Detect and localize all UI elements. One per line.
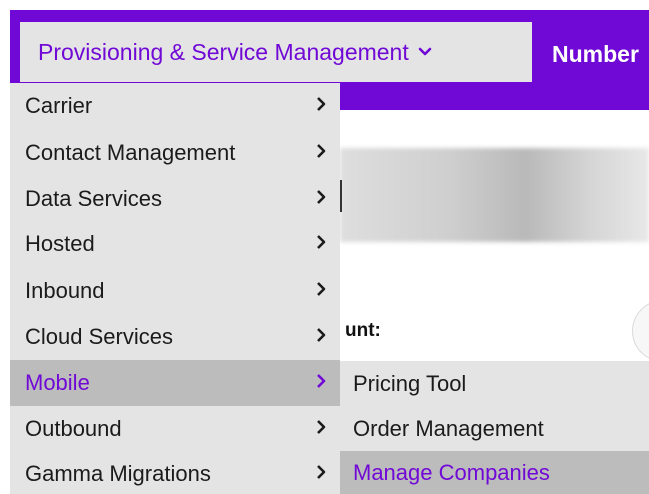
mobile-submenu: Pricing Tool Order Management Manage Com… — [340, 361, 649, 494]
menu-item-label: Contact Management — [25, 140, 236, 165]
menu-item-hosted[interactable]: Hosted — [10, 221, 340, 267]
chevron-right-icon — [317, 144, 326, 158]
menu-item-contact-management[interactable]: Contact Management — [10, 130, 340, 176]
chevron-right-icon — [317, 328, 326, 342]
provisioning-menu-button[interactable]: Provisioning & Service Management — [20, 22, 532, 82]
submenu-item-label: Manage Companies — [353, 460, 550, 485]
menu-item-cloud-services[interactable]: Cloud Services — [10, 314, 340, 360]
menu-item-label: Cloud Services — [25, 324, 173, 349]
chevron-right-icon — [317, 190, 326, 204]
chevron-down-icon — [418, 47, 432, 56]
menu-item-data-services[interactable]: Data Services — [10, 176, 340, 222]
menu-item-label: Inbound — [25, 278, 105, 303]
submenu-item-pricing-tool[interactable]: Pricing Tool — [340, 362, 649, 406]
chevron-right-icon — [317, 97, 326, 111]
submenu-item-label: Order Management — [353, 416, 544, 441]
blurred-content — [340, 148, 649, 242]
menu-item-label: Mobile — [25, 370, 90, 395]
menu-item-label: Data Services — [25, 186, 162, 211]
number-menu-button[interactable]: Number — [552, 24, 639, 84]
menu-item-label: Gamma Migrations — [25, 461, 211, 486]
provisioning-dropdown: Carrier Contact Management Data Services… — [10, 83, 340, 494]
menu-item-label: Hosted — [25, 231, 95, 256]
app-screen: Provisioning & Service Management Number… — [0, 0, 649, 494]
account-field-label: unt: — [345, 320, 381, 341]
chevron-right-icon — [317, 235, 326, 249]
menu-item-carrier[interactable]: Carrier — [10, 83, 340, 129]
number-menu-label: Number — [552, 40, 639, 67]
submenu-item-label: Pricing Tool — [353, 371, 467, 396]
chevron-right-icon — [317, 374, 326, 388]
menu-item-mobile[interactable]: Mobile — [10, 360, 340, 406]
submenu-item-manage-companies[interactable]: Manage Companies — [340, 451, 649, 494]
submenu-item-order-management[interactable]: Order Management — [340, 407, 649, 451]
menu-item-label: Carrier — [25, 93, 93, 118]
chevron-right-icon — [317, 282, 326, 296]
menu-item-outbound[interactable]: Outbound — [10, 406, 340, 452]
menu-item-gamma-migrations[interactable]: Gamma Migrations — [10, 451, 340, 494]
round-control-edge — [632, 300, 649, 362]
chevron-right-icon — [317, 420, 326, 434]
provisioning-menu-label: Provisioning & Service Management — [38, 38, 409, 65]
menu-item-inbound[interactable]: Inbound — [10, 268, 340, 314]
chevron-right-icon — [317, 465, 326, 479]
menu-item-label: Outbound — [25, 416, 122, 441]
